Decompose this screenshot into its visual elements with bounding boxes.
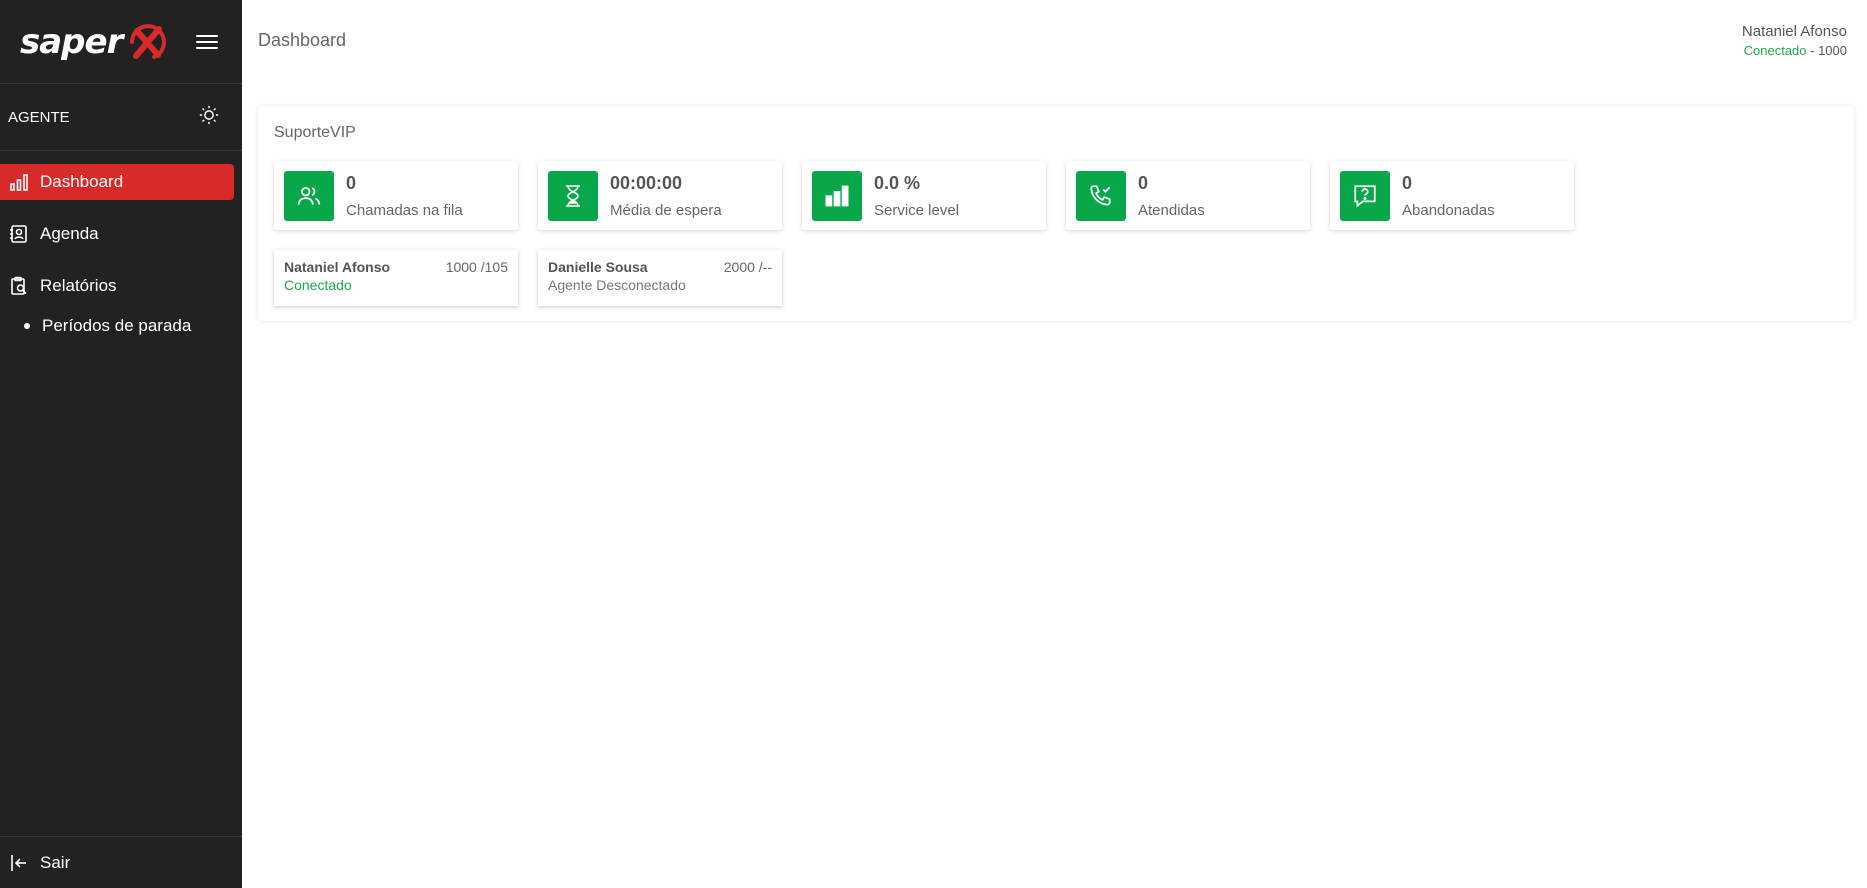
phone-check-icon (1076, 170, 1126, 221)
question-message-icon (1340, 170, 1390, 221)
sidebar-nav: Dashboard Agenda Relatórios Períodos de … (0, 151, 242, 338)
stat-card-media-de-espera: 00:00:00 Média de espera (538, 161, 782, 230)
agent-card[interactable]: Nataniel Afonso 1000 /105 Conectado (274, 250, 518, 306)
stat-label: Service level (874, 201, 960, 219)
brand-logo-text: saper (20, 21, 123, 62)
stat-card-service-level: 0.0 % Service level (802, 161, 1046, 230)
stat-label: Chamadas na fila (346, 201, 463, 219)
agent-card[interactable]: Danielle Sousa 2000 /-- Agente Desconect… (538, 250, 782, 306)
stat-value: 0 (346, 172, 357, 193)
sidebar-item-agenda[interactable]: Agenda (0, 216, 234, 252)
sidebar-item-label: Relatórios (40, 276, 117, 295)
stat-card-atendidas: 0 Atendidas (1066, 161, 1310, 230)
sidebar-header: saper (0, 0, 242, 84)
sidebar: saper AGENTE Dashboard Agenda Relatórios… (0, 0, 242, 888)
logout-button[interactable]: Sair (0, 836, 242, 888)
users-icon (284, 170, 334, 221)
agent-status: Conectado (284, 277, 352, 293)
stat-value: 0.0 % (874, 172, 921, 193)
user-extension: 1000 (1818, 43, 1847, 58)
bar-chart-icon (8, 171, 30, 193)
sidebar-subitem-label: Períodos de parada (42, 316, 192, 335)
menu-toggle-button[interactable] (196, 31, 218, 53)
stat-label: Média de espera (610, 201, 722, 219)
user-status-line: Conectado - 1000 (1742, 43, 1847, 58)
role-label: AGENTE (8, 108, 70, 126)
user-status: Conectado (1743, 43, 1807, 58)
queue-panel: SuporteVIP 0 Chamadas na fila 00:00:00 M… (258, 106, 1854, 321)
logout-icon (8, 852, 30, 874)
sidebar-subitem-periodos-de-parada[interactable]: Períodos de parada (0, 314, 242, 338)
sidebar-item-dashboard[interactable]: Dashboard (0, 164, 234, 200)
bar-level-icon (812, 170, 862, 221)
agent-extension: 1000 /105 (445, 259, 508, 275)
user-info[interactable]: Nataniel Afonso Conectado - 1000 (1742, 23, 1847, 58)
stat-label: Atendidas (1138, 201, 1205, 219)
theme-toggle-sun-icon[interactable] (198, 104, 220, 130)
stat-value: 00:00:00 (610, 172, 683, 193)
user-separator: - (1806, 43, 1819, 58)
hourglass-icon (548, 170, 598, 221)
brand-x-mark-icon (130, 23, 167, 59)
bullet-dot-icon (24, 323, 30, 329)
report-clipboard-icon (8, 275, 30, 297)
page-title: Dashboard (258, 30, 347, 50)
sidebar-item-label: Agenda (40, 224, 99, 243)
stat-card-abandonadas: 0 Abandonadas (1330, 161, 1574, 230)
queue-name: SuporteVIP (274, 124, 356, 141)
logout-label: Sair (40, 852, 71, 872)
stat-value: 0 (1402, 172, 1413, 193)
sidebar-item-label: Dashboard (40, 172, 124, 191)
agent-extension: 2000 /-- (723, 259, 772, 275)
stat-value: 0 (1138, 172, 1149, 193)
top-bar: Dashboard Nataniel Afonso Conectado - 10… (242, 0, 1867, 84)
sidebar-item-relatorios[interactable]: Relatórios (0, 268, 234, 304)
user-name: Nataniel Afonso (1741, 23, 1847, 40)
agent-status: Agente Desconectado (548, 277, 686, 293)
stat-card-chamadas-na-fila: 0 Chamadas na fila (274, 161, 518, 230)
stat-label: Abandonadas (1402, 201, 1495, 219)
contact-book-icon (8, 223, 30, 245)
role-row: AGENTE (0, 84, 242, 151)
brand-logo[interactable]: saper (20, 19, 170, 65)
agent-name: Danielle Sousa (548, 259, 648, 275)
agent-name: Nataniel Afonso (284, 259, 391, 275)
